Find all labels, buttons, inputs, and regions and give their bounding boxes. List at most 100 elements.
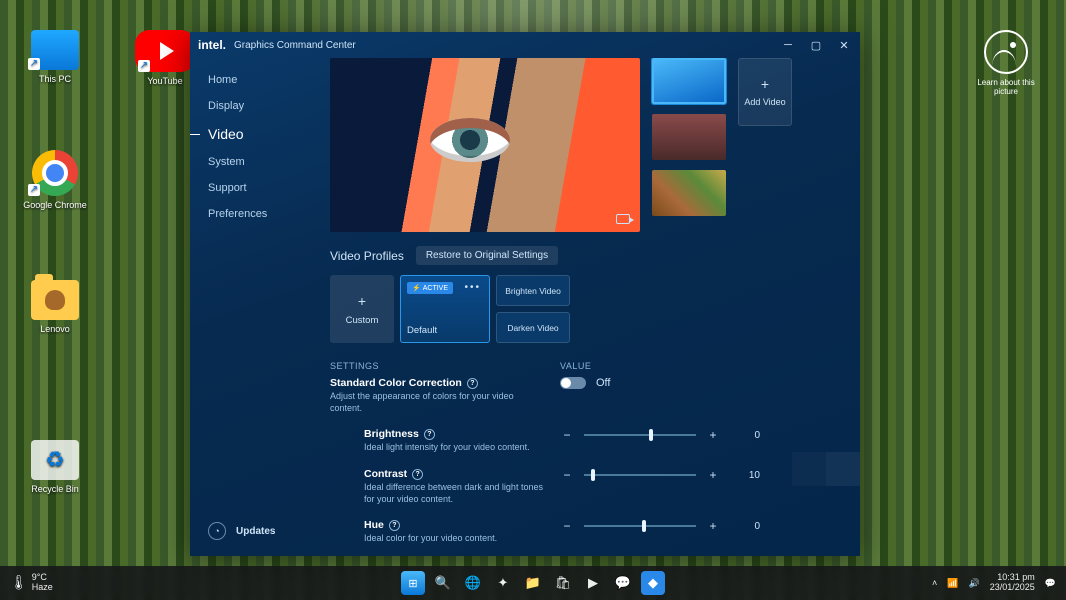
sidebar-item-video[interactable]: Video — [208, 126, 330, 142]
profile-default[interactable]: ⚡ACTIVE ••• Default — [400, 275, 490, 343]
video-profiles-heading: Video Profiles — [330, 249, 404, 263]
profile-custom[interactable]: + Custom — [330, 275, 394, 343]
slider-knob[interactable] — [642, 520, 646, 532]
setting-label: Brightness — [364, 428, 419, 440]
profile-label: Custom — [346, 315, 379, 326]
decrement-button[interactable]: − — [560, 428, 574, 442]
taskbar-clock[interactable]: 10:31 pm 23/01/2025 — [990, 573, 1035, 593]
icon-label: Learn about this picture — [977, 78, 1034, 96]
profile-brighten[interactable]: Brighten Video — [496, 275, 570, 306]
video-thumbnails — [652, 58, 726, 232]
window-minimize-button[interactable]: ─ — [780, 39, 796, 52]
updates-button[interactable]: ◔ Updates — [208, 522, 275, 540]
video-thumb-1[interactable] — [652, 58, 726, 104]
icon-label: Google Chrome — [23, 200, 87, 210]
increment-button[interactable]: + — [706, 468, 720, 482]
help-icon[interactable]: ? — [389, 520, 400, 531]
intel-graphics-window: intel. Graphics Command Center ─ ▢ ✕ Hom… — [190, 32, 860, 556]
increment-button[interactable]: + — [706, 428, 720, 442]
setting-label: Standard Color Correction — [330, 377, 462, 389]
taskbar-chrome[interactable]: 🌐 — [461, 571, 485, 595]
desktop-icon-recycle-bin[interactable]: Recycle Bin — [20, 440, 90, 494]
help-icon[interactable]: ? — [412, 469, 423, 480]
restore-settings-button[interactable]: Restore to Original Settings — [416, 246, 558, 265]
sidebar-item-display[interactable]: Display — [208, 100, 330, 112]
taskbar-store[interactable]: 🛍 — [551, 571, 575, 595]
bell-icon: ◔ — [208, 522, 226, 540]
plus-icon: + — [761, 77, 769, 91]
profile-label: Default — [407, 325, 437, 336]
setting-desc: Ideal color for your video content. — [364, 533, 544, 545]
add-video-label: Add Video — [744, 97, 785, 107]
decrement-button[interactable]: − — [560, 519, 574, 533]
tray-volume-icon[interactable]: 🔊 — [969, 578, 980, 589]
decorative-squares — [792, 452, 860, 486]
camera-icon — [616, 214, 630, 224]
slider-knob[interactable] — [591, 469, 595, 481]
taskbar-explorer[interactable]: 📁 — [521, 571, 545, 595]
taskbar-copilot[interactable]: ✦ — [491, 571, 515, 595]
taskbar-whatsapp[interactable]: 💬 — [611, 571, 635, 595]
image-icon — [984, 30, 1028, 74]
taskbar-intel-gcc[interactable]: ◆ — [641, 571, 665, 595]
brightness-slider[interactable] — [584, 434, 696, 436]
scc-toggle[interactable] — [560, 377, 586, 389]
profile-darken[interactable]: Darken Video — [496, 312, 570, 343]
window-title: Graphics Command Center — [234, 40, 356, 51]
contrast-slider[interactable] — [584, 474, 696, 476]
setting-row-standard-color-correction: Standard Color Correction? Adjust the ap… — [330, 377, 848, 414]
contrast-value: 10 — [730, 470, 760, 481]
start-button[interactable]: ⊞ — [401, 571, 425, 595]
setting-row-brightness: Brightness? Ideal light intensity for yo… — [330, 428, 848, 454]
desktop-icon-chrome[interactable]: Google Chrome ↗ — [20, 150, 90, 210]
taskbar-weather[interactable]: 🌡 9°C Haze — [10, 573, 53, 593]
setting-row-hue: Hue? Ideal color for your video content.… — [330, 519, 848, 545]
setting-desc: Ideal light intensity for your video con… — [364, 442, 544, 454]
profile-cards: + Custom ⚡ACTIVE ••• Default Brighten Vi… — [330, 275, 848, 343]
sidebar-item-system[interactable]: System — [208, 156, 330, 168]
sidebar-item-home[interactable]: Home — [208, 74, 330, 86]
shortcut-overlay-icon: ↗ — [28, 58, 40, 70]
slider-knob[interactable] — [649, 429, 653, 441]
updates-label: Updates — [236, 526, 275, 537]
decrement-button[interactable]: − — [560, 468, 574, 482]
taskbar-tray[interactable]: ˄ 📶 🔊 10:31 pm 23/01/2025 💬 — [932, 573, 1056, 593]
taskbar[interactable]: 🌡 9°C Haze ⊞ 🔍 🌐 ✦ 📁 🛍 ▶ 💬 ◆ ˄ 📶 🔊 10:31… — [0, 566, 1066, 600]
main-content: + Add Video Video Profiles Restore to Or… — [330, 58, 860, 556]
video-thumb-2[interactable] — [652, 114, 726, 160]
help-icon[interactable]: ? — [467, 378, 478, 389]
icon-label: This PC — [39, 74, 71, 84]
setting-label: Hue — [364, 519, 384, 531]
add-video-button[interactable]: + Add Video — [738, 58, 792, 126]
icon-label: Lenovo — [40, 324, 70, 334]
taskbar-youtube[interactable]: ▶ — [581, 571, 605, 595]
value-column-header: VALUE — [560, 361, 591, 371]
window-titlebar[interactable]: intel. Graphics Command Center ─ ▢ ✕ — [190, 32, 860, 58]
icon-label: YouTube — [147, 76, 182, 86]
hue-slider[interactable] — [584, 525, 696, 527]
notifications-icon[interactable]: 💬 — [1045, 578, 1056, 589]
active-badge: ⚡ACTIVE — [407, 282, 453, 294]
brightness-value: 0 — [730, 430, 760, 441]
settings-column-header: SETTINGS — [330, 361, 560, 371]
profile-menu-icon[interactable]: ••• — [464, 282, 481, 293]
video-preview[interactable] — [330, 58, 640, 232]
hue-value: 0 — [730, 521, 760, 532]
desktop-icon-lenovo[interactable]: Lenovo — [20, 280, 90, 334]
increment-button[interactable]: + — [706, 519, 720, 533]
desktop-icon-this-pc[interactable]: This PC ↗ — [20, 30, 90, 84]
window-maximize-button[interactable]: ▢ — [808, 39, 824, 52]
icon-label: Recycle Bin — [31, 484, 79, 494]
shortcut-overlay-icon: ↗ — [138, 60, 150, 72]
brand-logo: intel. — [198, 38, 226, 52]
desktop-icon-learn-picture[interactable]: Learn about this picture — [976, 30, 1036, 96]
recycle-icon — [31, 440, 79, 480]
window-close-button[interactable]: ✕ — [836, 39, 852, 52]
taskbar-search[interactable]: 🔍 — [431, 571, 455, 595]
tray-chevron-icon[interactable]: ˄ — [932, 578, 937, 588]
sidebar-item-support[interactable]: Support — [208, 182, 330, 194]
tray-wifi-icon[interactable]: 📶 — [947, 578, 958, 589]
video-thumb-3[interactable] — [652, 170, 726, 216]
help-icon[interactable]: ? — [424, 429, 435, 440]
sidebar-item-preferences[interactable]: Preferences — [208, 208, 330, 220]
